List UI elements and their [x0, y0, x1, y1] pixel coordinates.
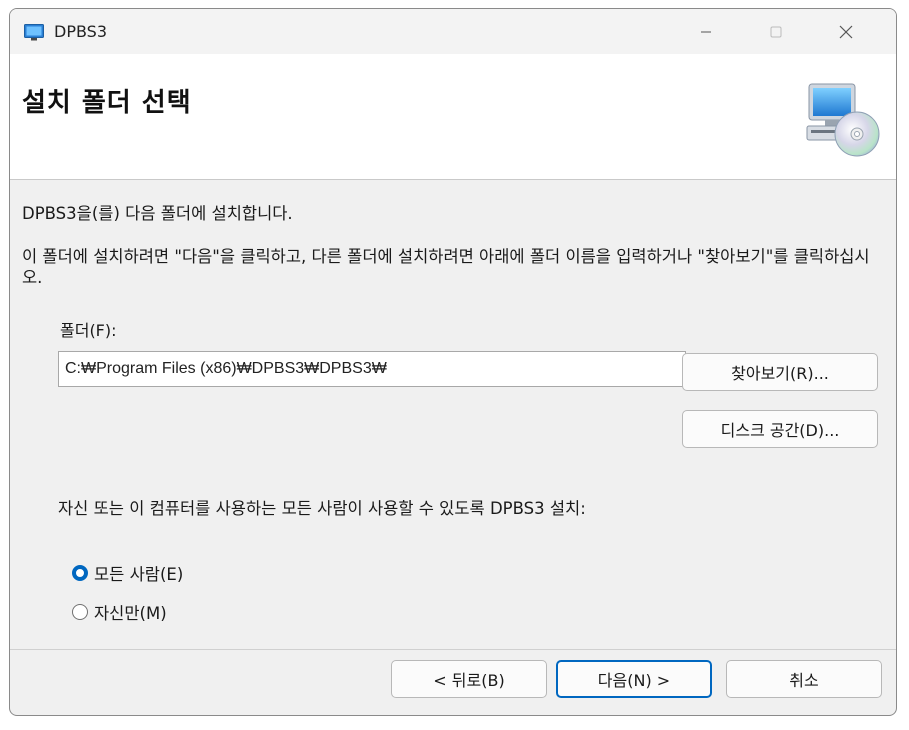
- cancel-button[interactable]: 취소: [726, 660, 882, 698]
- radio-button-selected[interactable]: [72, 565, 88, 581]
- minimize-icon: [701, 31, 711, 32]
- computer-cd-icon: [806, 83, 880, 157]
- next-button[interactable]: 다음(N) >: [556, 660, 712, 698]
- installer-window: DPBS3 설치 폴더 선택 DPBS3을(를) 다음 폴더에 설치합니다. 이…: [9, 8, 897, 716]
- title-bar[interactable]: DPBS3: [10, 9, 896, 54]
- app-icon: [24, 24, 44, 41]
- radio-everyone[interactable]: 모든 사람(E): [72, 561, 183, 585]
- radio-label-everyone: 모든 사람(E): [94, 565, 184, 584]
- folder-label: 폴더(F):: [60, 321, 117, 340]
- radio-button-unselected[interactable]: [72, 604, 88, 620]
- install-instructions: 이 폴더에 설치하려면 "다음"을 클릭하고, 다른 폴더에 설치하려면 아래에…: [22, 247, 870, 287]
- footer-divider: [10, 649, 896, 650]
- window-title: DPBS3: [54, 22, 107, 41]
- page-title: 설치 폴더 선택: [22, 88, 192, 118]
- radio-label-just-me: 자신만(M): [94, 604, 167, 623]
- maximize-button[interactable]: [746, 9, 806, 54]
- minimize-button[interactable]: [676, 9, 736, 54]
- install-description: DPBS3을(를) 다음 폴더에 설치합니다.: [22, 204, 293, 223]
- folder-path-input[interactable]: [58, 351, 686, 387]
- install-scope-prompt: 자신 또는 이 컴퓨터를 사용하는 모든 사람이 사용할 수 있도록 DPBS3…: [58, 499, 586, 518]
- browse-button[interactable]: 찾아보기(R)...: [682, 353, 878, 391]
- disk-space-button[interactable]: 디스크 공간(D)...: [682, 410, 878, 448]
- wizard-header: 설치 폴더 선택: [10, 54, 896, 180]
- close-icon: [839, 25, 853, 38]
- maximize-icon: [770, 26, 782, 37]
- close-button[interactable]: [816, 9, 876, 54]
- radio-just-me[interactable]: 자신만(M): [72, 600, 167, 624]
- back-button[interactable]: < 뒤로(B): [391, 660, 547, 698]
